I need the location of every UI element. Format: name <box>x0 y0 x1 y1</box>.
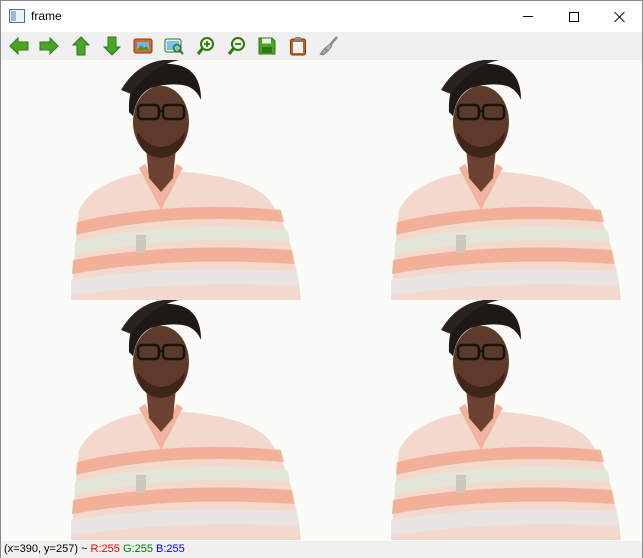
arrow-left-icon <box>9 37 29 55</box>
image-tile <box>1 300 321 540</box>
copy-clipboard-button[interactable] <box>286 35 310 57</box>
close-icon <box>614 11 626 23</box>
arrow-down-icon <box>103 36 121 56</box>
close-button[interactable] <box>597 1 643 32</box>
status-bar: (x=390, y=257) ~ R:255 G:255 B:255 <box>1 541 642 558</box>
image-tile <box>321 60 641 300</box>
clipboard-icon <box>290 37 306 56</box>
zoom-actual-button[interactable] <box>162 35 186 57</box>
webcam-person-image <box>1 300 321 540</box>
image-zoom-icon <box>164 38 184 55</box>
pan-up-button[interactable] <box>69 35 93 57</box>
maximize-icon <box>569 11 579 22</box>
maximize-button[interactable] <box>551 1 597 32</box>
arrow-right-icon <box>39 37 59 55</box>
properties-button[interactable] <box>317 35 341 57</box>
pan-left-button[interactable] <box>7 35 31 57</box>
image-tile <box>1 60 321 300</box>
app-window-icon <box>9 9 25 23</box>
arrow-up-icon <box>72 36 90 56</box>
zoom-fit-button[interactable] <box>131 35 155 57</box>
minimize-button[interactable] <box>505 1 551 32</box>
brush-icon <box>319 36 338 56</box>
pan-right-button[interactable] <box>37 35 61 57</box>
zoom-out-icon <box>227 37 245 55</box>
zoom-out-button[interactable] <box>225 35 249 57</box>
pixel-red-value: R:255 <box>90 543 120 555</box>
window-title: frame <box>31 9 62 23</box>
webcam-person-image <box>321 60 641 300</box>
webcam-person-image <box>1 60 321 300</box>
zoom-in-icon <box>196 37 214 55</box>
webcam-person-image <box>321 300 641 540</box>
image-window: frame (x=390, y=257) ~ R:255 G:255 B:255 <box>0 0 643 558</box>
image-tile <box>321 300 641 540</box>
image-fit-icon <box>133 38 153 54</box>
title-bar[interactable]: frame <box>1 1 642 32</box>
pixel-green-value: G:255 <box>122 543 153 555</box>
pan-down-button[interactable] <box>100 35 124 57</box>
minimize-icon <box>523 16 533 17</box>
pixel-blue-value: B:255 <box>156 543 185 555</box>
zoom-in-button[interactable] <box>194 35 218 57</box>
cursor-coords: (x=390, y=257) ~ <box>4 543 88 555</box>
toolbar <box>1 32 642 60</box>
save-icon <box>258 37 276 55</box>
image-view[interactable] <box>1 60 642 541</box>
save-image-button[interactable] <box>255 35 279 57</box>
